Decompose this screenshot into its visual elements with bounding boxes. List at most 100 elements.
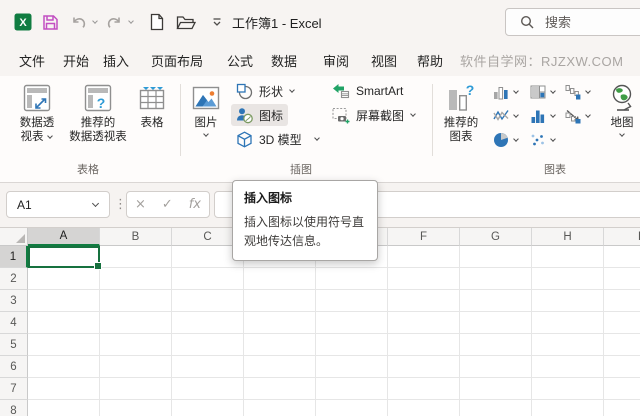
new-file-button[interactable]	[148, 12, 166, 32]
cell-C5[interactable]	[172, 334, 244, 356]
cell-F8[interactable]	[388, 400, 460, 416]
tab-formulas[interactable]: 公式	[227, 44, 253, 76]
customize-toolbar-chevron-icon[interactable]	[210, 12, 224, 32]
cell-G4[interactable]	[460, 312, 532, 334]
row-header-7[interactable]: 7	[0, 378, 28, 400]
cell-G1[interactable]	[460, 246, 532, 268]
cell-D2[interactable]	[244, 268, 316, 290]
insert-column-chart-button[interactable]	[490, 82, 523, 102]
cell-E7[interactable]	[316, 378, 388, 400]
recommended-pivottables-button[interactable]: ? 推荐的 数据透视表	[66, 80, 130, 144]
cell-H4[interactable]	[532, 312, 604, 334]
cell-A6[interactable]	[28, 356, 100, 378]
cell-F4[interactable]	[388, 312, 460, 334]
insert-scatter-chart-button[interactable]	[527, 130, 560, 150]
cell-C8[interactable]	[172, 400, 244, 416]
cell-C6[interactable]	[172, 356, 244, 378]
cell-E3[interactable]	[316, 290, 388, 312]
insert-statistic-chart-button[interactable]	[527, 106, 560, 126]
cell-F2[interactable]	[388, 268, 460, 290]
tab-page-layout[interactable]: 页面布局	[151, 44, 203, 76]
undo-menu-chevron-icon[interactable]	[90, 12, 100, 32]
cell-G5[interactable]	[460, 334, 532, 356]
insert-function-button[interactable]: fx	[189, 197, 201, 212]
smartart-button[interactable]: SmartArt	[327, 80, 408, 102]
cell-I5[interactable]	[604, 334, 640, 356]
cell-A3[interactable]	[28, 290, 100, 312]
cell-H1[interactable]	[532, 246, 604, 268]
redo-menu-chevron-icon[interactable]	[126, 12, 136, 32]
cancel-button[interactable]: ×	[135, 197, 146, 212]
cell-H7[interactable]	[532, 378, 604, 400]
pictures-button[interactable]: 图片	[183, 80, 229, 139]
column-header-I[interactable]: I	[604, 228, 640, 246]
tab-help[interactable]: 帮助	[417, 44, 443, 76]
cell-H3[interactable]	[532, 290, 604, 312]
column-header-H[interactable]: H	[532, 228, 604, 246]
insert-pie-chart-button[interactable]	[490, 130, 523, 150]
cell-B6[interactable]	[100, 356, 172, 378]
column-header-G[interactable]: G	[460, 228, 532, 246]
cell-A5[interactable]	[28, 334, 100, 356]
cell-D7[interactable]	[244, 378, 316, 400]
cell-B5[interactable]	[100, 334, 172, 356]
tab-data[interactable]: 数据	[271, 44, 297, 76]
cell-C3[interactable]	[172, 290, 244, 312]
row-header-4[interactable]: 4	[0, 312, 28, 334]
cell-I4[interactable]	[604, 312, 640, 334]
cell-H5[interactable]	[532, 334, 604, 356]
cell-F6[interactable]	[388, 356, 460, 378]
recommended-charts-button[interactable]: ? 推荐的 图表	[436, 80, 486, 144]
enter-button[interactable]: ✓	[162, 197, 173, 212]
pivottable-button[interactable]: 数据透 视表	[8, 80, 66, 144]
cell-A8[interactable]	[28, 400, 100, 416]
column-header-F[interactable]: F	[388, 228, 460, 246]
row-header-2[interactable]: 2	[0, 268, 28, 290]
cell-E4[interactable]	[316, 312, 388, 334]
row-header-6[interactable]: 6	[0, 356, 28, 378]
cell-D8[interactable]	[244, 400, 316, 416]
column-header-A[interactable]: A	[28, 228, 100, 246]
cell-C4[interactable]	[172, 312, 244, 334]
cell-C2[interactable]	[172, 268, 244, 290]
cell-F3[interactable]	[388, 290, 460, 312]
cell-A7[interactable]	[28, 378, 100, 400]
cell-H2[interactable]	[532, 268, 604, 290]
tab-file[interactable]: 文件	[19, 44, 45, 76]
undo-button[interactable]	[70, 12, 88, 32]
tab-review[interactable]: 审阅	[323, 44, 349, 76]
cell-A2[interactable]	[28, 268, 100, 290]
cell-G3[interactable]	[460, 290, 532, 312]
row-header-5[interactable]: 5	[0, 334, 28, 356]
cell-F7[interactable]	[388, 378, 460, 400]
select-all-corner[interactable]	[0, 228, 28, 246]
cell-I6[interactable]	[604, 356, 640, 378]
cell-D3[interactable]	[244, 290, 316, 312]
cell-G7[interactable]	[460, 378, 532, 400]
tab-view[interactable]: 视图	[371, 44, 397, 76]
row-header-3[interactable]: 3	[0, 290, 28, 312]
icons-button[interactable]: 图标	[231, 104, 289, 126]
cell-E6[interactable]	[316, 356, 388, 378]
insert-line-chart-button[interactable]	[490, 106, 523, 126]
maps-button[interactable]: 地图	[602, 80, 640, 139]
cell-G2[interactable]	[460, 268, 532, 290]
cell-E8[interactable]	[316, 400, 388, 416]
cell-G6[interactable]	[460, 356, 532, 378]
insert-combo-chart-button[interactable]	[562, 106, 595, 126]
fill-handle[interactable]	[94, 262, 102, 270]
row-header-1[interactable]: 1	[0, 246, 28, 268]
cell-F5[interactable]	[388, 334, 460, 356]
redo-button[interactable]	[105, 12, 123, 32]
cell-E5[interactable]	[316, 334, 388, 356]
cell-E2[interactable]	[316, 268, 388, 290]
cell-I2[interactable]	[604, 268, 640, 290]
cell-I3[interactable]	[604, 290, 640, 312]
3d-models-button[interactable]: 3D 模型	[231, 128, 326, 150]
tab-insert[interactable]: 插入	[103, 44, 129, 76]
insert-waterfall-chart-button[interactable]	[562, 82, 595, 102]
cell-B3[interactable]	[100, 290, 172, 312]
screenshot-button[interactable]: 屏幕截图	[327, 104, 422, 126]
name-box[interactable]: A1	[6, 191, 110, 218]
cell-I8[interactable]	[604, 400, 640, 416]
